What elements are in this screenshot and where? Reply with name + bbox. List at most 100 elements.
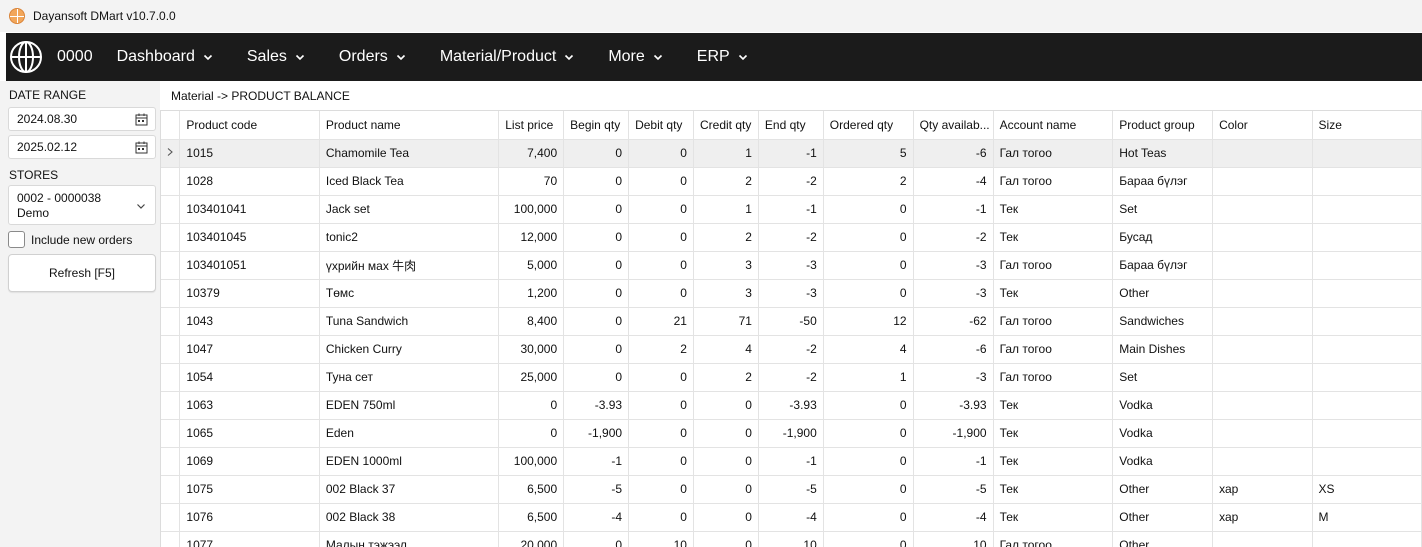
table-cell[interactable]: -3 <box>913 279 994 308</box>
table-cell[interactable]: 0 <box>563 279 630 308</box>
table-cell[interactable]: 0 <box>693 447 759 476</box>
table-cell[interactable]: үхрийн мах 牛肉 <box>319 251 500 280</box>
table-cell[interactable]: 002 Black 37 <box>319 475 500 504</box>
table-cell[interactable]: -6 <box>913 139 994 168</box>
table-cell[interactable] <box>1212 223 1313 252</box>
table-cell[interactable]: -62 <box>913 307 994 336</box>
table-cell[interactable]: 0 <box>563 167 630 196</box>
table-cell[interactable]: 1065 <box>179 419 320 448</box>
table-cell[interactable]: Туна сет <box>319 363 500 392</box>
table-cell[interactable]: -1 <box>913 447 994 476</box>
table-cell[interactable]: 1028 <box>179 167 320 196</box>
table-cell[interactable]: Sandwiches <box>1112 307 1214 336</box>
table-row[interactable]: 1076 002 Black 38 6,500 -4 0 0 -4 0 -4 Тек Other ха… <box>161 503 1422 532</box>
table-cell[interactable]: 2 <box>693 223 759 252</box>
table-row[interactable]: 1043 Tuna Sandwich 8,400 0 21 71 -50 12 -62 Гал т… <box>161 307 1422 336</box>
row-header[interactable] <box>161 419 181 448</box>
table-cell[interactable]: 0 <box>563 335 630 364</box>
table-row[interactable]: 1063 EDEN 750ml 0 -3.93 0 0 -3.93 0 -3.93 Тек Vodk… <box>161 391 1422 420</box>
table-cell[interactable]: Main Dishes <box>1112 335 1214 364</box>
table-cell[interactable]: -1,900 <box>758 419 824 448</box>
row-header[interactable] <box>161 223 181 252</box>
table-cell[interactable]: 0 <box>628 363 694 392</box>
nav-erp[interactable]: ERP <box>697 48 748 66</box>
table-cell[interactable]: 1076 <box>179 503 320 532</box>
table-cell[interactable]: -3.93 <box>758 391 824 420</box>
table-cell[interactable]: 0 <box>823 391 914 420</box>
table-cell[interactable] <box>1312 279 1422 308</box>
table-cell[interactable]: -4 <box>758 503 824 532</box>
table-cell[interactable]: -4 <box>913 167 994 196</box>
table-cell[interactable] <box>1312 167 1422 196</box>
table-cell[interactable]: 1 <box>823 363 914 392</box>
table-cell[interactable]: tonic2 <box>319 223 500 252</box>
table-cell[interactable]: 0 <box>693 531 759 547</box>
table-cell[interactable]: -2 <box>758 363 824 392</box>
table-cell[interactable]: Chamomile Tea <box>319 139 500 168</box>
table-cell[interactable] <box>1312 363 1422 392</box>
table-cell[interactable]: 2 <box>693 167 759 196</box>
table-cell[interactable]: -3 <box>758 279 824 308</box>
table-cell[interactable]: Тек <box>993 447 1114 476</box>
nav-dashboard[interactable]: Dashboard <box>117 48 213 66</box>
table-cell[interactable] <box>1212 447 1313 476</box>
table-cell[interactable]: 1069 <box>179 447 320 476</box>
table-cell[interactable]: -5 <box>758 475 824 504</box>
current-row-indicator-icon[interactable] <box>161 139 181 168</box>
table-cell[interactable]: Тек <box>993 279 1114 308</box>
table-cell[interactable]: Eden <box>319 419 500 448</box>
table-cell[interactable]: 12 <box>823 307 914 336</box>
table-cell[interactable]: Гал тогоо <box>993 307 1114 336</box>
globe-logo-icon[interactable] <box>9 40 43 74</box>
table-cell[interactable]: -6 <box>913 335 994 364</box>
table-row[interactable]: 103401051 үхрийн мах 牛肉 5,000 0 0 3 -3 0 -3 Гал т… <box>161 251 1422 280</box>
table-row[interactable]: 1047 Chicken Curry 30,000 0 2 4 -2 4 -6 Гал тогоо… <box>161 335 1422 364</box>
table-row[interactable]: 1077 Малын тэжээл 20,000 0 10 0 10 0 10 Гал тогоо… <box>161 531 1422 547</box>
include-new-orders-checkbox[interactable] <box>8 231 25 248</box>
table-cell[interactable]: Тек <box>993 503 1114 532</box>
table-cell[interactable]: -1,900 <box>563 419 630 448</box>
table-cell[interactable] <box>1312 447 1422 476</box>
table-cell[interactable]: -3 <box>913 363 994 392</box>
table-cell[interactable]: 5 <box>823 139 914 168</box>
table-cell[interactable]: -1 <box>563 447 630 476</box>
table-cell[interactable]: 10 <box>758 531 824 547</box>
table-cell[interactable]: Other <box>1112 531 1214 547</box>
table-cell[interactable] <box>1212 391 1313 420</box>
table-cell[interactable]: Гал тогоо <box>993 531 1114 547</box>
table-cell[interactable]: 100,000 <box>498 447 565 476</box>
table-cell[interactable]: 103401051 <box>179 251 320 280</box>
row-header[interactable] <box>161 531 181 547</box>
column-header[interactable]: Begin qty <box>563 111 630 140</box>
table-cell[interactable]: 1 <box>693 139 759 168</box>
table-row[interactable]: 1015 Chamomile Tea 7,400 0 0 1 -1 5 -6 Гал тогоо H… <box>161 139 1422 168</box>
table-cell[interactable]: -50 <box>758 307 824 336</box>
table-cell[interactable]: 0 <box>563 223 630 252</box>
table-cell[interactable]: -3 <box>758 251 824 280</box>
table-cell[interactable]: 1054 <box>179 363 320 392</box>
table-cell[interactable] <box>1312 223 1422 252</box>
table-cell[interactable]: 0 <box>628 167 694 196</box>
table-cell[interactable]: -1 <box>913 195 994 224</box>
table-cell[interactable]: 70 <box>498 167 565 196</box>
column-header[interactable]: End qty <box>758 111 824 140</box>
table-cell[interactable]: 103401041 <box>179 195 320 224</box>
table-cell[interactable]: -4 <box>913 503 994 532</box>
table-cell[interactable]: 0 <box>628 195 694 224</box>
column-header[interactable]: Credit qty <box>693 111 759 140</box>
table-cell[interactable]: 25,000 <box>498 363 565 392</box>
table-cell[interactable]: Бараа бүлэг <box>1112 167 1214 196</box>
table-cell[interactable]: 0 <box>823 251 914 280</box>
table-cell[interactable]: 0 <box>693 419 759 448</box>
table-cell[interactable]: Гал тогоо <box>993 335 1114 364</box>
table-cell[interactable]: Тек <box>993 195 1114 224</box>
row-header[interactable] <box>161 335 181 364</box>
table-cell[interactable]: 0 <box>628 503 694 532</box>
row-header[interactable] <box>161 363 181 392</box>
table-cell[interactable]: Jack set <box>319 195 500 224</box>
table-cell[interactable]: 4 <box>693 335 759 364</box>
table-cell[interactable] <box>1212 363 1313 392</box>
table-cell[interactable]: 0 <box>693 503 759 532</box>
table-cell[interactable]: 0 <box>693 391 759 420</box>
table-cell[interactable]: 100,000 <box>498 195 565 224</box>
